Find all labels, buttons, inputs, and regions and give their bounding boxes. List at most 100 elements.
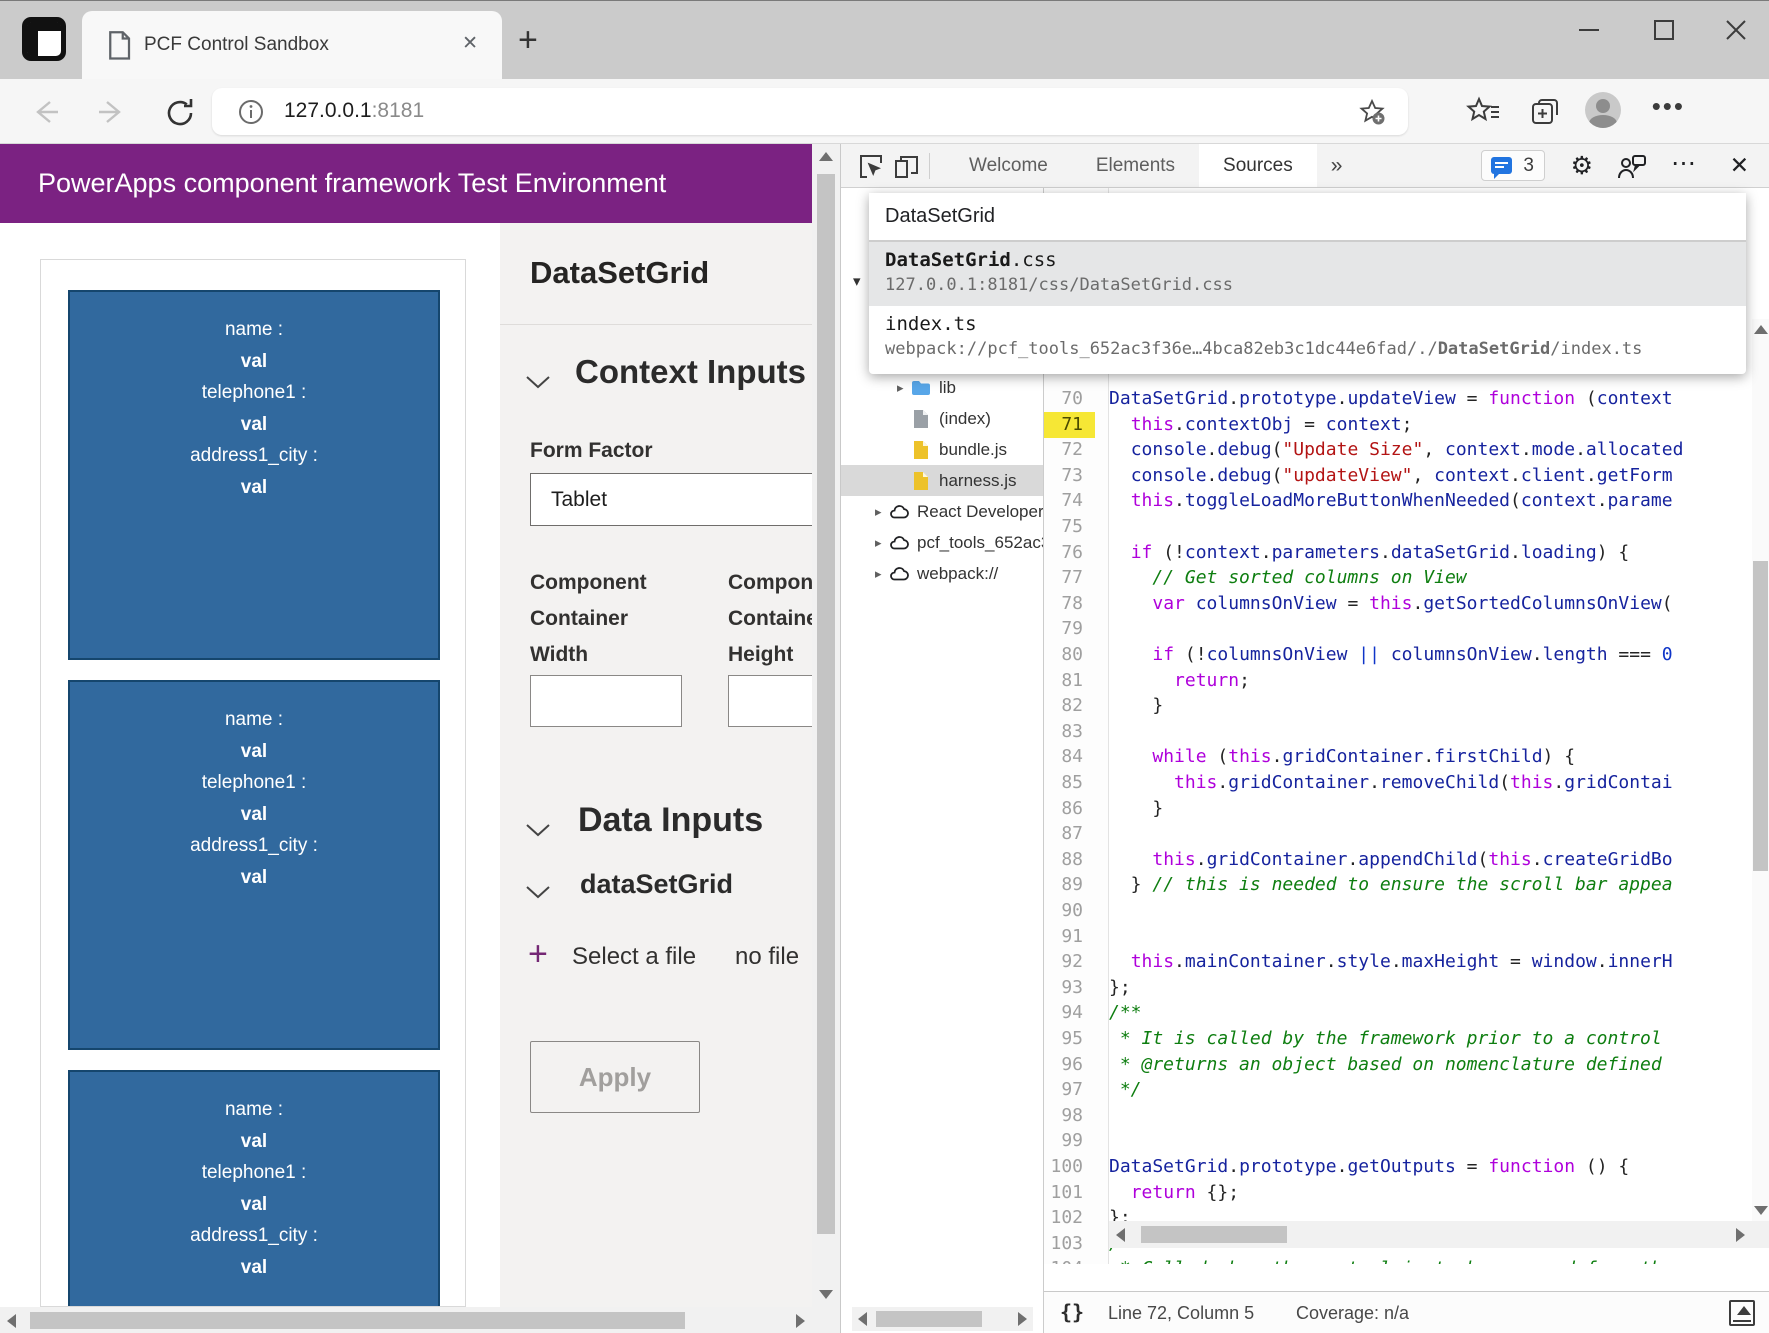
profile-avatar[interactable] — [1585, 92, 1621, 128]
tree-expander-icon[interactable]: ▾ — [853, 272, 861, 290]
close-window-button[interactable] — [1721, 15, 1751, 45]
apply-button[interactable]: Apply — [530, 1041, 700, 1113]
code-line[interactable]: 80 if (!columnsOnView || columnsOnView.l… — [1044, 642, 1752, 668]
code-line[interactable]: 70DataSetGrid.prototype.updateView = fun… — [1044, 386, 1752, 412]
tree-arrow-icon[interactable]: ▸ — [875, 566, 889, 582]
record-card[interactable]: name :valtelephone1 :valaddress1_city :v… — [68, 290, 440, 660]
settings-gear-icon[interactable]: ⚙ — [1571, 151, 1593, 181]
tree-item-webpack-[interactable]: ▸webpack:// — [841, 558, 1043, 589]
forward-button[interactable] — [95, 95, 129, 129]
code-line[interactable]: 75 — [1044, 514, 1752, 540]
chevron-down-icon[interactable] — [525, 885, 551, 899]
code-line[interactable]: 94/** — [1044, 1000, 1752, 1026]
devtools-close-icon[interactable]: ✕ — [1730, 152, 1749, 179]
code-line[interactable]: 73 console.debug("updateView", context.c… — [1044, 463, 1752, 489]
code-line[interactable]: 74 this.toggleLoadMoreButtonWhenNeeded(c… — [1044, 488, 1752, 514]
expand-drawer-icon[interactable] — [1729, 1300, 1755, 1326]
code-line[interactable]: 92 this.mainContainer.style.maxHeight = … — [1044, 949, 1752, 975]
url-text[interactable]: 127.0.0.1:8181 — [284, 99, 424, 123]
workspaces-icon[interactable] — [22, 17, 66, 61]
data-inputs-heading[interactable]: Data Inputs — [578, 801, 763, 840]
navigator-horizontal-scrollbar[interactable] — [852, 1307, 1033, 1331]
pretty-print-icon[interactable]: {} — [1060, 1300, 1084, 1324]
code-line[interactable]: 85 this.gridContainer.removeChild(this.g… — [1044, 770, 1752, 796]
browser-window: PCF Control Sandbox ✕ + 127.0.0.1:8181 — [0, 0, 1769, 1333]
code-line[interactable]: 71 this.contextObj = context; — [1044, 412, 1752, 438]
site-info-icon[interactable] — [238, 99, 264, 125]
code-line[interactable]: 97 */ — [1044, 1077, 1752, 1103]
feedback-icon[interactable] — [1617, 154, 1647, 180]
tab-close-icon[interactable]: ✕ — [462, 32, 478, 55]
record-card[interactable]: name :valtelephone1 :valaddress1_city :v… — [68, 680, 440, 1050]
maximize-button[interactable] — [1649, 15, 1679, 45]
tree-item-harness-js[interactable]: harness.js — [841, 465, 1043, 496]
code-line[interactable]: 86 } — [1044, 796, 1752, 822]
tree-arrow-icon[interactable]: ▸ — [875, 504, 889, 520]
record-card[interactable]: name :valtelephone1 :valaddress1_city :v… — [68, 1070, 440, 1307]
browser-menu-icon[interactable]: ••• — [1652, 91, 1685, 122]
code-line[interactable]: 99 — [1044, 1128, 1752, 1154]
search-result[interactable]: index.tswebpack://pcf_tools_652ac3f36e…4… — [869, 306, 1746, 370]
context-inputs-heading[interactable]: Context Inputs — [575, 353, 806, 391]
new-tab-button[interactable]: + — [518, 23, 538, 57]
minimize-button[interactable] — [1574, 15, 1604, 45]
chevron-down-icon[interactable] — [525, 823, 551, 837]
container-width-input[interactable] — [530, 675, 682, 727]
container-height-input[interactable] — [728, 675, 812, 727]
chevron-down-icon[interactable] — [525, 375, 551, 389]
more-tabs-icon[interactable]: » — [1317, 144, 1357, 187]
console-messages-badge[interactable]: 3 — [1481, 150, 1545, 181]
code-line[interactable]: 90 — [1044, 898, 1752, 924]
code-line[interactable]: 104 * Called when the control is to be r… — [1044, 1256, 1752, 1264]
favorites-icon[interactable] — [1465, 93, 1501, 129]
code-line[interactable]: 100DataSetGrid.prototype.getOutputs = fu… — [1044, 1154, 1752, 1180]
code-line[interactable]: 81 return; — [1044, 668, 1752, 694]
code-line[interactable]: 82 } — [1044, 693, 1752, 719]
device-toolbar-icon[interactable] — [893, 153, 920, 180]
tree-item--index-[interactable]: (index) — [841, 403, 1043, 434]
tree-item-lib[interactable]: ▸lib — [841, 372, 1043, 403]
code-line[interactable]: 79 — [1044, 616, 1752, 642]
tree-arrow-icon[interactable]: ▸ — [875, 535, 889, 551]
code-line[interactable]: 83 — [1044, 719, 1752, 745]
inspect-element-icon[interactable] — [857, 153, 884, 180]
code-line[interactable]: 88 this.gridContainer.appendChild(this.c… — [1044, 847, 1752, 873]
address-bar[interactable]: 127.0.0.1:8181 — [212, 88, 1408, 135]
code-line[interactable]: 101 return {}; — [1044, 1180, 1752, 1206]
code-line[interactable]: 78 var columnsOnView = this.getSortedCol… — [1044, 591, 1752, 617]
page-vertical-scrollbar[interactable] — [812, 144, 840, 1307]
select-file-button[interactable]: Select a file — [572, 943, 696, 971]
editor-horizontal-scrollbar[interactable] — [1109, 1221, 1752, 1248]
tab-elements[interactable]: Elements — [1072, 144, 1199, 187]
code-line[interactable]: 98 — [1044, 1103, 1752, 1129]
tree-item-bundle-js[interactable]: bundle.js — [841, 434, 1043, 465]
file-search-input[interactable]: DataSetGrid — [869, 193, 1746, 242]
tree-item-react-developer-tools[interactable]: ▸React Developer Tools — [841, 496, 1043, 527]
devtools-menu-icon[interactable]: ⋯ — [1671, 148, 1697, 178]
code-line[interactable]: 72 console.debug("Update Size", context.… — [1044, 437, 1752, 463]
code-line[interactable]: 87 — [1044, 821, 1752, 847]
code-line[interactable]: 77 // Get sorted columns on View — [1044, 565, 1752, 591]
code-line[interactable]: 96 * @returns an object based on nomencl… — [1044, 1052, 1752, 1078]
code-line[interactable]: 93}; — [1044, 975, 1752, 1001]
form-factor-select[interactable]: Tablet — [530, 473, 812, 526]
browser-tab[interactable]: PCF Control Sandbox ✕ — [82, 11, 502, 79]
page-horizontal-scrollbar[interactable] — [0, 1307, 812, 1333]
refresh-button[interactable] — [162, 95, 196, 129]
back-button[interactable] — [28, 95, 62, 129]
code-line[interactable]: 89 } // this is needed to ensure the scr… — [1044, 872, 1752, 898]
search-result[interactable]: DataSetGrid.css127.0.0.1:8181/css/DataSe… — [869, 242, 1746, 306]
add-favorite-icon[interactable] — [1358, 98, 1386, 126]
tab-welcome[interactable]: Welcome — [945, 144, 1072, 187]
code-line[interactable]: 76 if (!context.parameters.dataSetGrid.l… — [1044, 540, 1752, 566]
code-line[interactable]: 84 while (this.gridContainer.firstChild)… — [1044, 744, 1752, 770]
tree-arrow-icon[interactable]: ▸ — [897, 380, 911, 396]
dataset-grid-heading[interactable]: dataSetGrid — [580, 869, 733, 900]
tab-sources[interactable]: Sources — [1199, 144, 1317, 187]
tree-item-pcf-tools-652ac3f36e[interactable]: ▸pcf_tools_652ac3f36e — [841, 527, 1043, 558]
editor-vertical-scrollbar[interactable] — [1752, 319, 1769, 1221]
code-line[interactable]: 91 — [1044, 924, 1752, 950]
collections-icon[interactable] — [1527, 93, 1563, 129]
code-line[interactable]: 95 * It is called by the framework prior… — [1044, 1026, 1752, 1052]
plus-icon[interactable]: + — [528, 937, 548, 971]
